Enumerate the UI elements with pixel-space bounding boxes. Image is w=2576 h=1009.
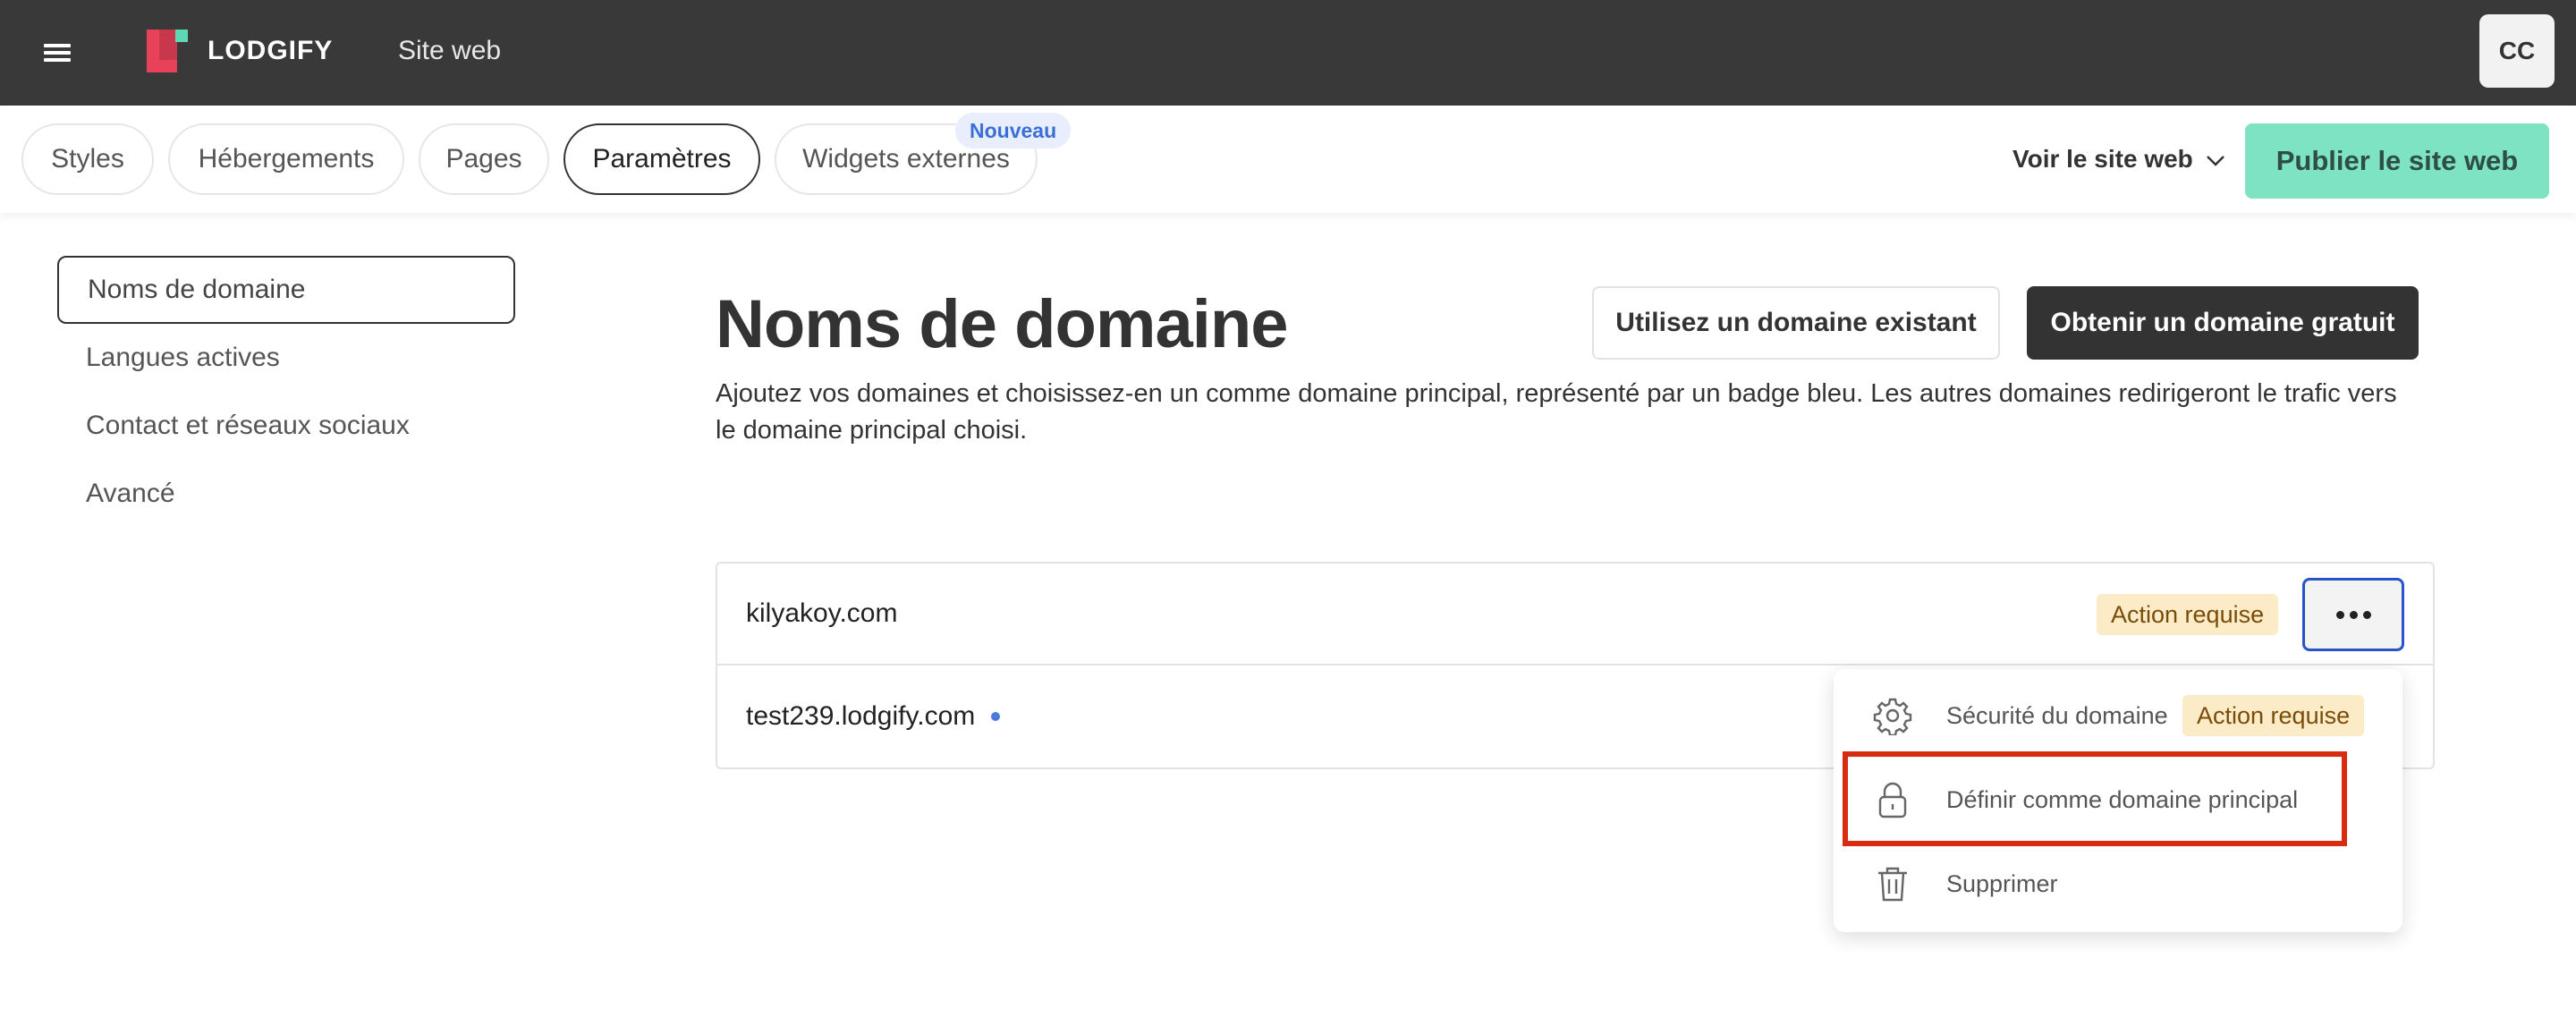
- page-title: Noms de domaine: [716, 286, 1289, 362]
- view-site-label: Voir le site web: [2012, 145, 2193, 173]
- tab-pages[interactable]: Pages: [419, 123, 549, 195]
- action-required-badge: Action requise: [2097, 594, 2279, 635]
- tab-parametres[interactable]: Paramètres: [564, 123, 760, 195]
- chevron-down-icon: [2206, 141, 2225, 177]
- tab-bar: Styles Hébergements Pages Paramètres Wid…: [0, 106, 2576, 213]
- view-site-dropdown[interactable]: Voir le site web: [2012, 141, 2225, 177]
- new-badge: Nouveau: [955, 113, 1072, 148]
- top-bar: LODGIFY Site web CC: [0, 0, 2576, 106]
- brand-name[interactable]: LODGIFY: [208, 33, 333, 69]
- domain-options-menu: Sécurité du domaine Action requise Défin…: [1834, 669, 2402, 932]
- sidebar-item-contact[interactable]: Contact et réseaux sociaux: [57, 392, 515, 460]
- page-description: Ajoutez vos domaines et choisissez-en un…: [716, 379, 2397, 445]
- menu-item-label: Supprimer: [1946, 869, 2058, 897]
- domain-name: kilyakoy.com: [746, 598, 898, 628]
- lock-icon: [1873, 780, 1912, 819]
- menu-item-label: Définir comme domaine principal: [1946, 785, 2299, 813]
- avatar[interactable]: CC: [2479, 14, 2555, 88]
- menu-item-domain-security[interactable]: Sécurité du domaine Action requise: [1834, 680, 2402, 751]
- menu-item-set-primary[interactable]: Définir comme domaine principal: [1834, 764, 2402, 835]
- menu-item-delete[interactable]: Supprimer: [1834, 848, 2402, 920]
- tab-hebergements[interactable]: Hébergements: [168, 123, 404, 195]
- get-free-domain-button[interactable]: Obtenir un domaine gratuit: [2027, 286, 2419, 360]
- action-required-badge: Action requise: [2182, 695, 2365, 736]
- more-icon: [2335, 610, 2344, 619]
- trash-icon: [1873, 864, 1912, 903]
- sidebar-item-domains[interactable]: Noms de domaine: [57, 256, 515, 324]
- primary-domain-dot-icon: [991, 712, 1001, 721]
- use-existing-domain-button[interactable]: Utilisez un domaine existant: [1592, 286, 2000, 360]
- domain-row: kilyakoy.com Action requise: [717, 564, 2433, 666]
- sidebar-item-advanced[interactable]: Avancé: [57, 460, 515, 528]
- hamburger-menu-icon[interactable]: [41, 40, 73, 65]
- gear-icon: [1873, 696, 1912, 735]
- domain-name: test239.lodgify.com: [746, 701, 976, 731]
- sidebar-item-languages[interactable]: Langues actives: [57, 324, 515, 392]
- publish-button[interactable]: Publier le site web: [2245, 123, 2549, 199]
- lodgify-logo-icon: [147, 30, 190, 72]
- menu-item-label: Sécurité du domaine: [1946, 701, 2168, 729]
- section-title: Site web: [398, 36, 502, 65]
- tab-styles[interactable]: Styles: [21, 123, 154, 195]
- more-options-button[interactable]: [2302, 578, 2404, 651]
